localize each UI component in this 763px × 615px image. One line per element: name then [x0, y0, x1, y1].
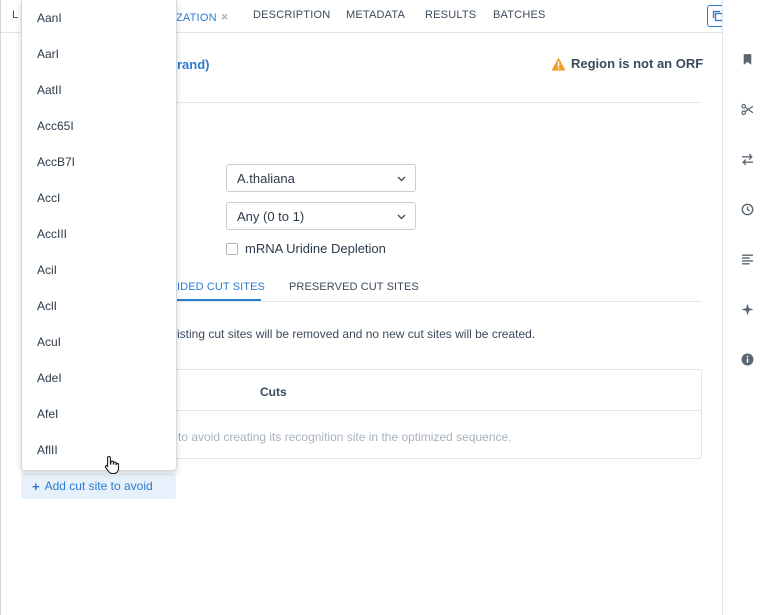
dropdown-option[interactable]: AflII — [37, 443, 58, 457]
history-icon[interactable] — [740, 202, 754, 216]
organism-value: A.thaliana — [237, 171, 295, 186]
tab-metadata[interactable]: METADATA — [346, 9, 405, 21]
warning-text: Region is not an ORF — [571, 56, 704, 71]
sparkle-icon[interactable] — [740, 302, 754, 316]
dropdown-option[interactable]: AccB7I — [37, 155, 75, 169]
organism-select[interactable]: A.thaliana — [226, 164, 416, 192]
dropdown-option[interactable]: AccIII — [37, 227, 67, 241]
tab-results[interactable]: RESULTS — [425, 9, 476, 21]
orf-warning: Region is not an ORF — [551, 56, 703, 71]
dropdown-option[interactable]: Acc65I — [37, 119, 74, 133]
dropdown-option[interactable]: AclI — [37, 299, 57, 313]
tab-truncated[interactable]: L — [12, 9, 18, 21]
warning-icon — [551, 57, 566, 70]
chevron-down-icon — [397, 176, 406, 182]
subtab-divider — [177, 301, 702, 302]
swap-icon[interactable] — [740, 152, 754, 166]
table-empty-message: to avoid creating its recognition site i… — [178, 430, 512, 444]
uridine-depletion-label: mRNA Uridine Depletion — [245, 241, 386, 256]
header-divider — [177, 102, 702, 103]
app-window: L ZATION × DESCRIPTION METADATA RESULTS B… — [0, 0, 763, 615]
tab-avoided-cut-sites[interactable]: IDED CUT SITES — [177, 281, 265, 293]
left-border — [0, 0, 1, 615]
region-link[interactable]: rand) — [177, 57, 210, 72]
chevron-down-icon — [397, 214, 406, 220]
tab-preserved-cut-sites[interactable]: PRESERVED CUT SITES — [289, 281, 419, 293]
tab-batches[interactable]: BATCHES — [493, 9, 546, 21]
cut-sites-table: Cuts to avoid creating its recognition s… — [160, 369, 702, 459]
range-select[interactable]: Any (0 to 1) — [226, 202, 416, 230]
hand-cursor-icon — [104, 455, 120, 475]
dropdown-option[interactable]: AdeI — [37, 371, 62, 385]
dropdown-option[interactable]: AciI — [37, 263, 57, 277]
dropdown-option[interactable]: AcuI — [37, 335, 61, 349]
right-rail — [722, 0, 763, 615]
table-header: Cuts — [161, 370, 701, 411]
cut-sites-info: isting cut sites will be removed and no … — [177, 327, 536, 341]
plus-icon: + — [32, 478, 40, 494]
uridine-depletion-option[interactable]: mRNA Uridine Depletion — [226, 241, 386, 256]
tab-description[interactable]: DESCRIPTION — [253, 9, 330, 21]
dropdown-option[interactable]: AfeI — [37, 407, 58, 421]
tab-optimization[interactable]: ZATION × — [176, 9, 229, 24]
tab-close-icon[interactable]: × — [221, 9, 229, 24]
enzyme-dropdown[interactable]: AanI AarI AatII Acc65I AccB7I AccI AccII… — [21, 0, 177, 471]
bookmark-icon[interactable] — [740, 52, 754, 66]
align-left-icon[interactable] — [740, 252, 754, 266]
uridine-depletion-checkbox[interactable] — [226, 242, 238, 255]
dropdown-option[interactable]: AarI — [37, 47, 59, 61]
add-cut-site-button[interactable]: + Add cut site to avoid — [21, 473, 176, 499]
info-icon[interactable] — [740, 352, 754, 366]
scissors-icon[interactable] — [740, 102, 754, 116]
dropdown-option[interactable]: AccI — [37, 191, 60, 205]
add-cut-site-label: Add cut site to avoid — [44, 479, 153, 493]
column-header-cuts: Cuts — [260, 385, 287, 399]
dropdown-option[interactable]: AanI — [37, 11, 62, 25]
dropdown-option[interactable]: AatII — [37, 83, 62, 97]
tab-optimization-label: ZATION — [176, 12, 217, 24]
range-value: Any (0 to 1) — [237, 209, 305, 224]
